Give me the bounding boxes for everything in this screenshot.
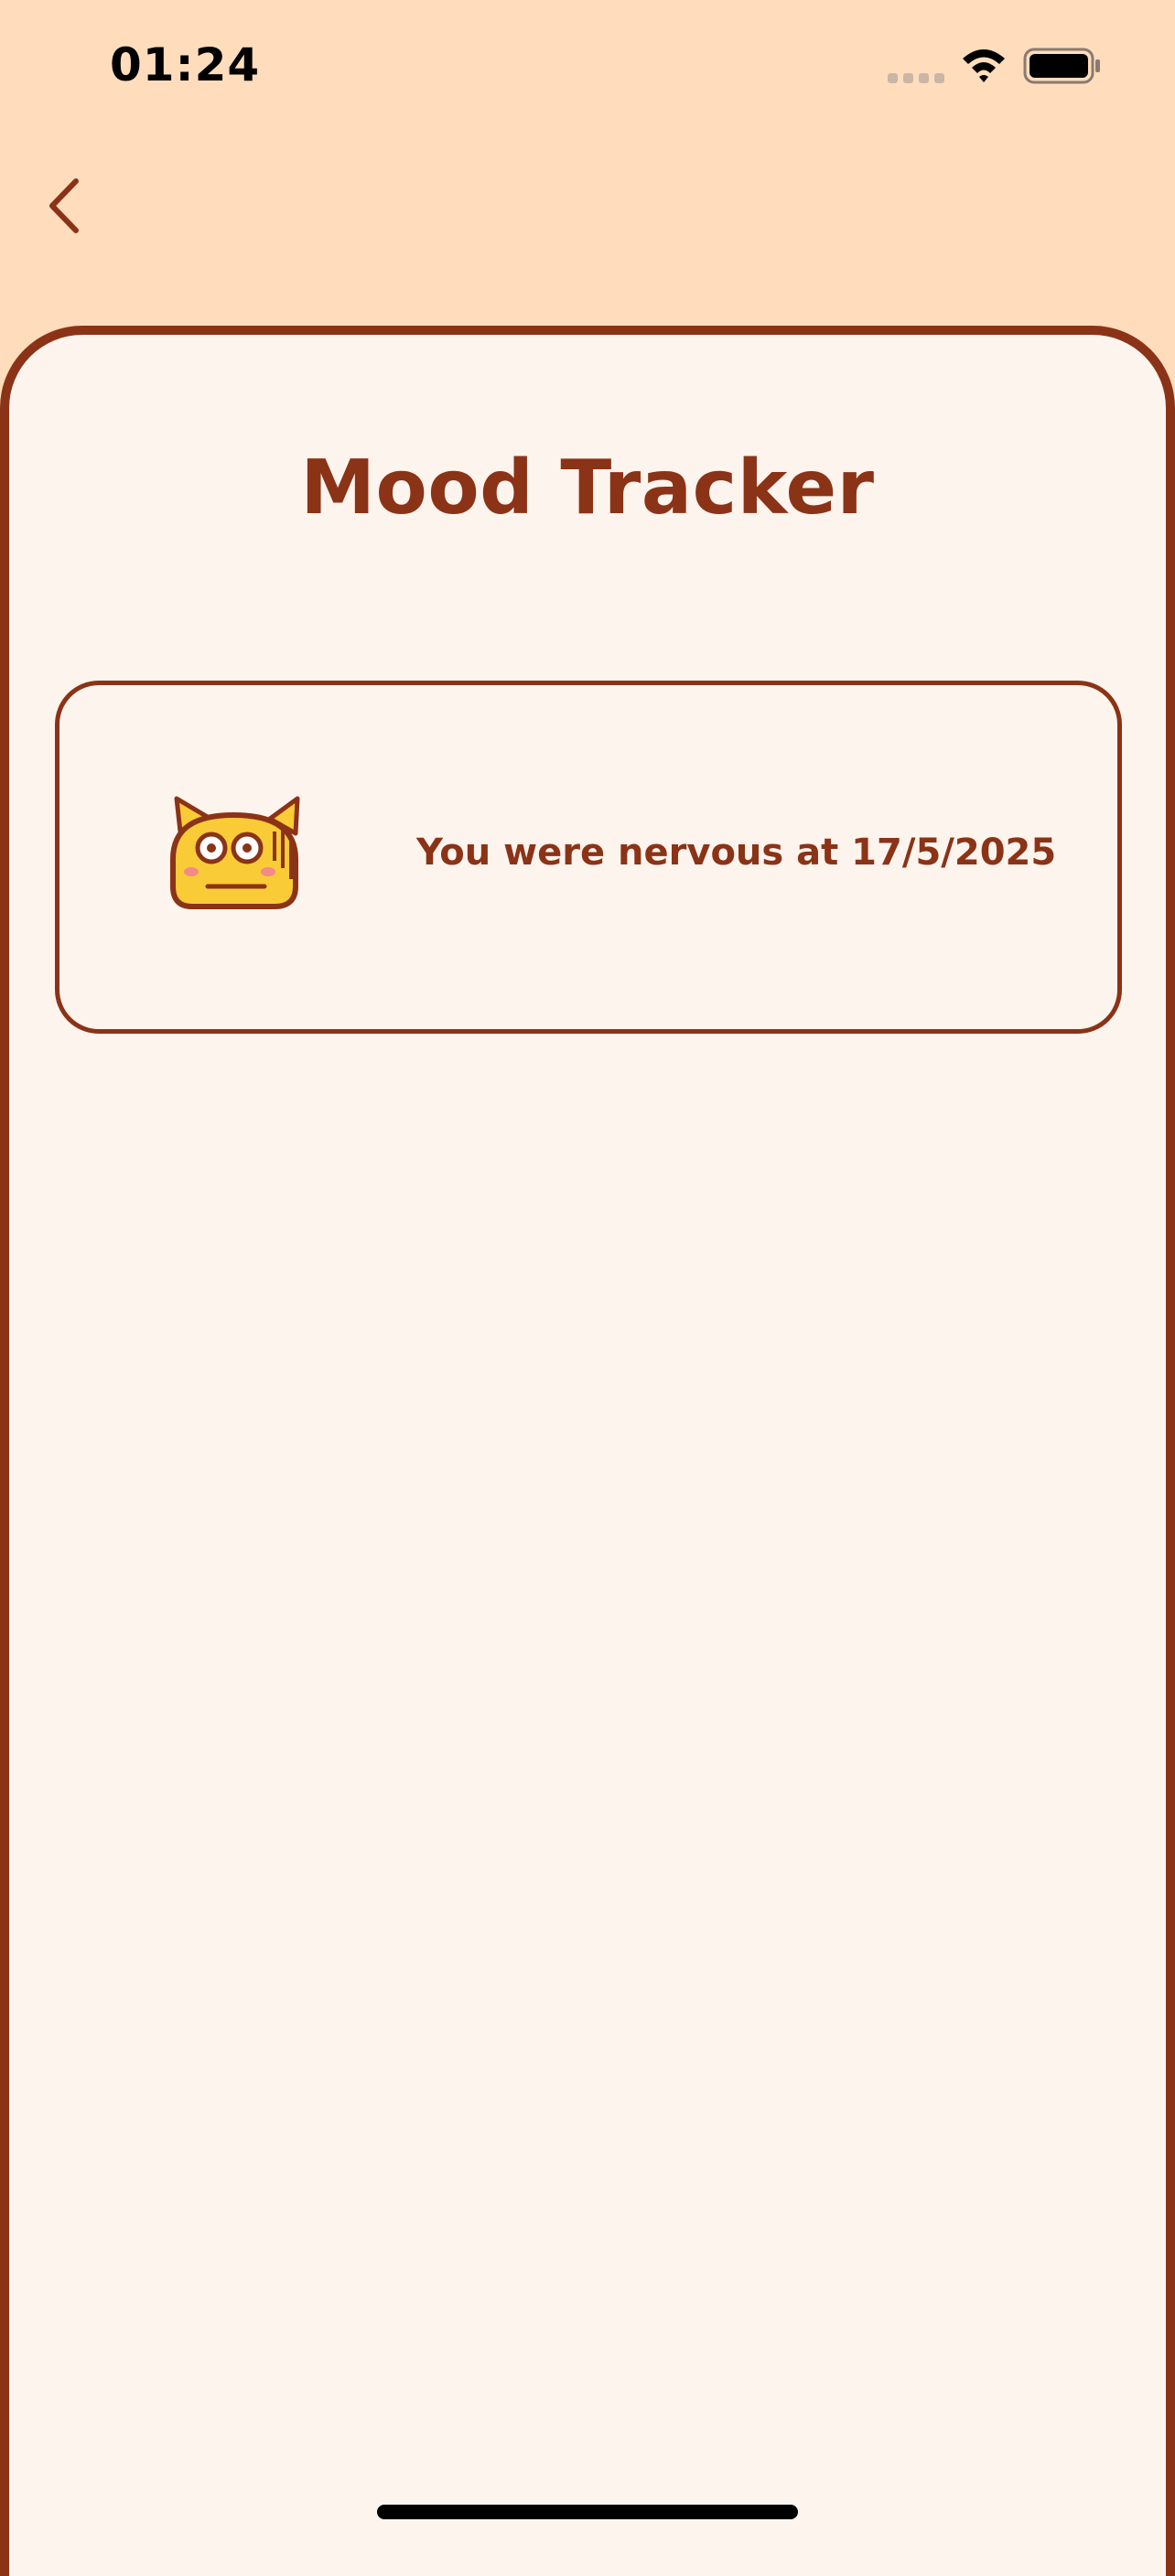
back-button[interactable] xyxy=(27,165,101,247)
status-bar: 01:24 xyxy=(0,0,1175,137)
cellular-signal-icon xyxy=(888,73,944,84)
battery-full-icon xyxy=(1023,46,1102,86)
home-indicator[interactable] xyxy=(377,2505,798,2519)
page-title: Mood Tracker xyxy=(300,445,875,531)
mood-entry-text: You were nervous at 17/5/2025 xyxy=(416,832,1057,874)
wifi-icon xyxy=(961,46,1007,82)
mood-entry-card[interactable]: You were nervous at 17/5/2025 xyxy=(55,681,1122,1034)
chevron-left-icon xyxy=(49,178,79,233)
nervous-cat-face-icon xyxy=(160,795,307,914)
status-time: 01:24 xyxy=(110,38,261,91)
content-sheet: Mood Tracker You were nervous at 17/5/20… xyxy=(0,326,1175,2576)
